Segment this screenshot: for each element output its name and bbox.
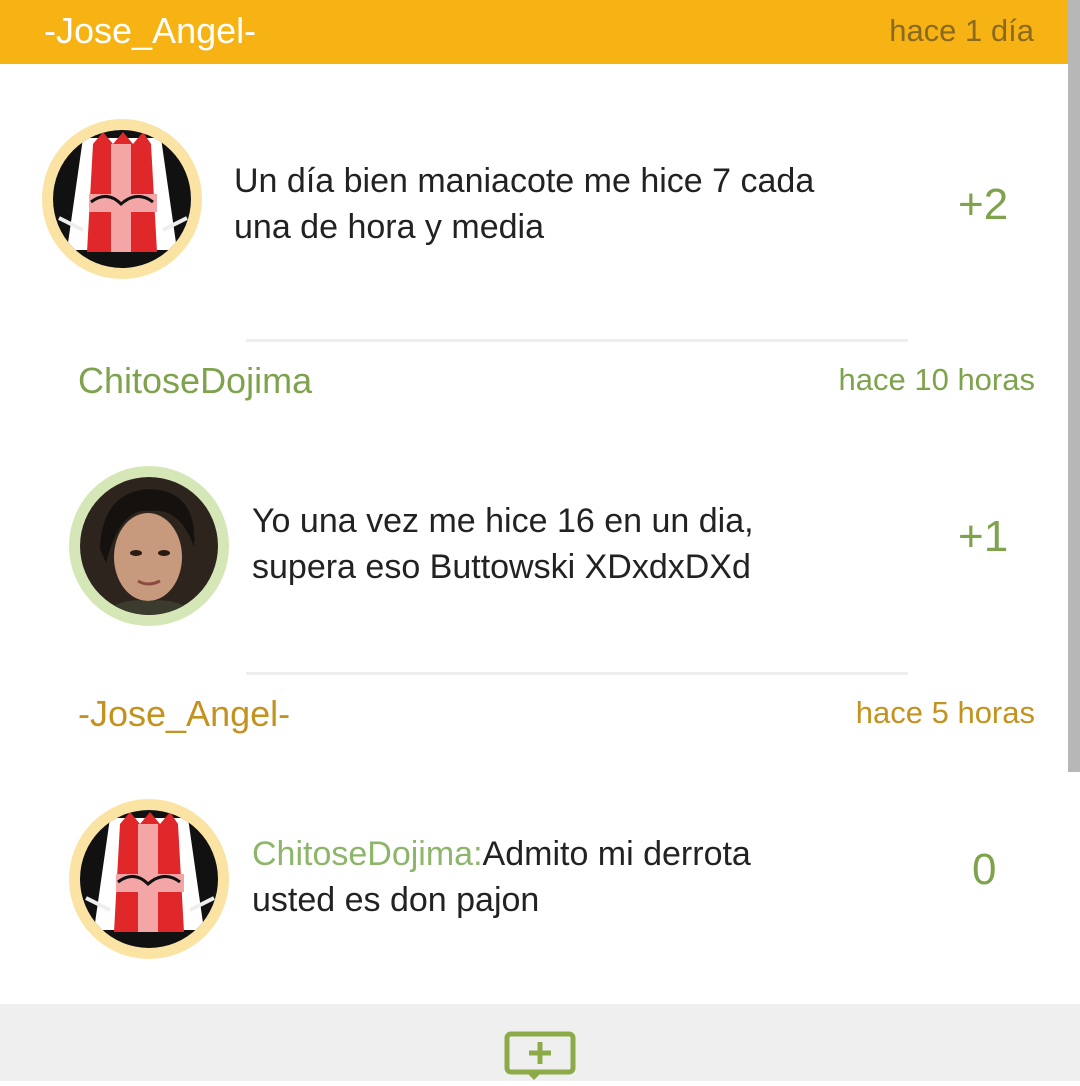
comment-line: Un día bien maniacote me hice 7 cada	[234, 162, 815, 200]
comment-line: usted es don pajon	[252, 881, 540, 919]
knight-avatar-icon	[53, 130, 191, 268]
reply-timestamp: hace 5 horas	[855, 695, 1035, 730]
mention-link[interactable]: ChitoseDojima:	[252, 835, 483, 873]
woman-portrait-avatar-icon	[80, 477, 218, 615]
header-username[interactable]: -Jose_Angel-	[44, 10, 256, 52]
reply-username[interactable]: ChitoseDojima	[78, 360, 312, 402]
comment-text: Yo una vez me hice 16 en un dia, supera …	[252, 498, 754, 590]
scrollbar[interactable]	[1068, 0, 1080, 772]
reply-timestamp: hace 10 horas	[838, 362, 1035, 397]
knight-avatar-icon	[80, 810, 218, 948]
vote-score[interactable]: 0	[972, 845, 996, 895]
comment-line: ChitoseDojima:Admito mi derrota	[252, 831, 751, 877]
divider	[246, 672, 908, 675]
comment-line-body: Admito mi derrota	[482, 835, 751, 873]
comment-line: Yo una vez me hice 16 en un dia,	[252, 502, 754, 540]
add-comment-button[interactable]	[504, 1030, 576, 1081]
vote-score[interactable]: +2	[958, 180, 1008, 230]
thread-header: -Jose_Angel- hace 1 día	[0, 0, 1068, 64]
reply-username[interactable]: -Jose_Angel-	[78, 693, 290, 735]
avatar[interactable]	[69, 466, 229, 626]
avatar[interactable]	[42, 119, 202, 279]
avatar[interactable]	[69, 799, 229, 959]
comment-line: supera eso Buttowski XDxdxDXd	[252, 548, 751, 586]
add-comment-icon	[504, 1031, 576, 1080]
comment-line: una de hora y media	[234, 208, 544, 246]
header-timestamp: hace 1 día	[889, 13, 1034, 48]
vote-score[interactable]: +1	[958, 512, 1008, 562]
comment-text: Un día bien maniacote me hice 7 cada una…	[234, 158, 814, 250]
comment-text: ChitoseDojima:Admito mi derrota usted es…	[252, 831, 751, 923]
divider	[246, 339, 908, 342]
